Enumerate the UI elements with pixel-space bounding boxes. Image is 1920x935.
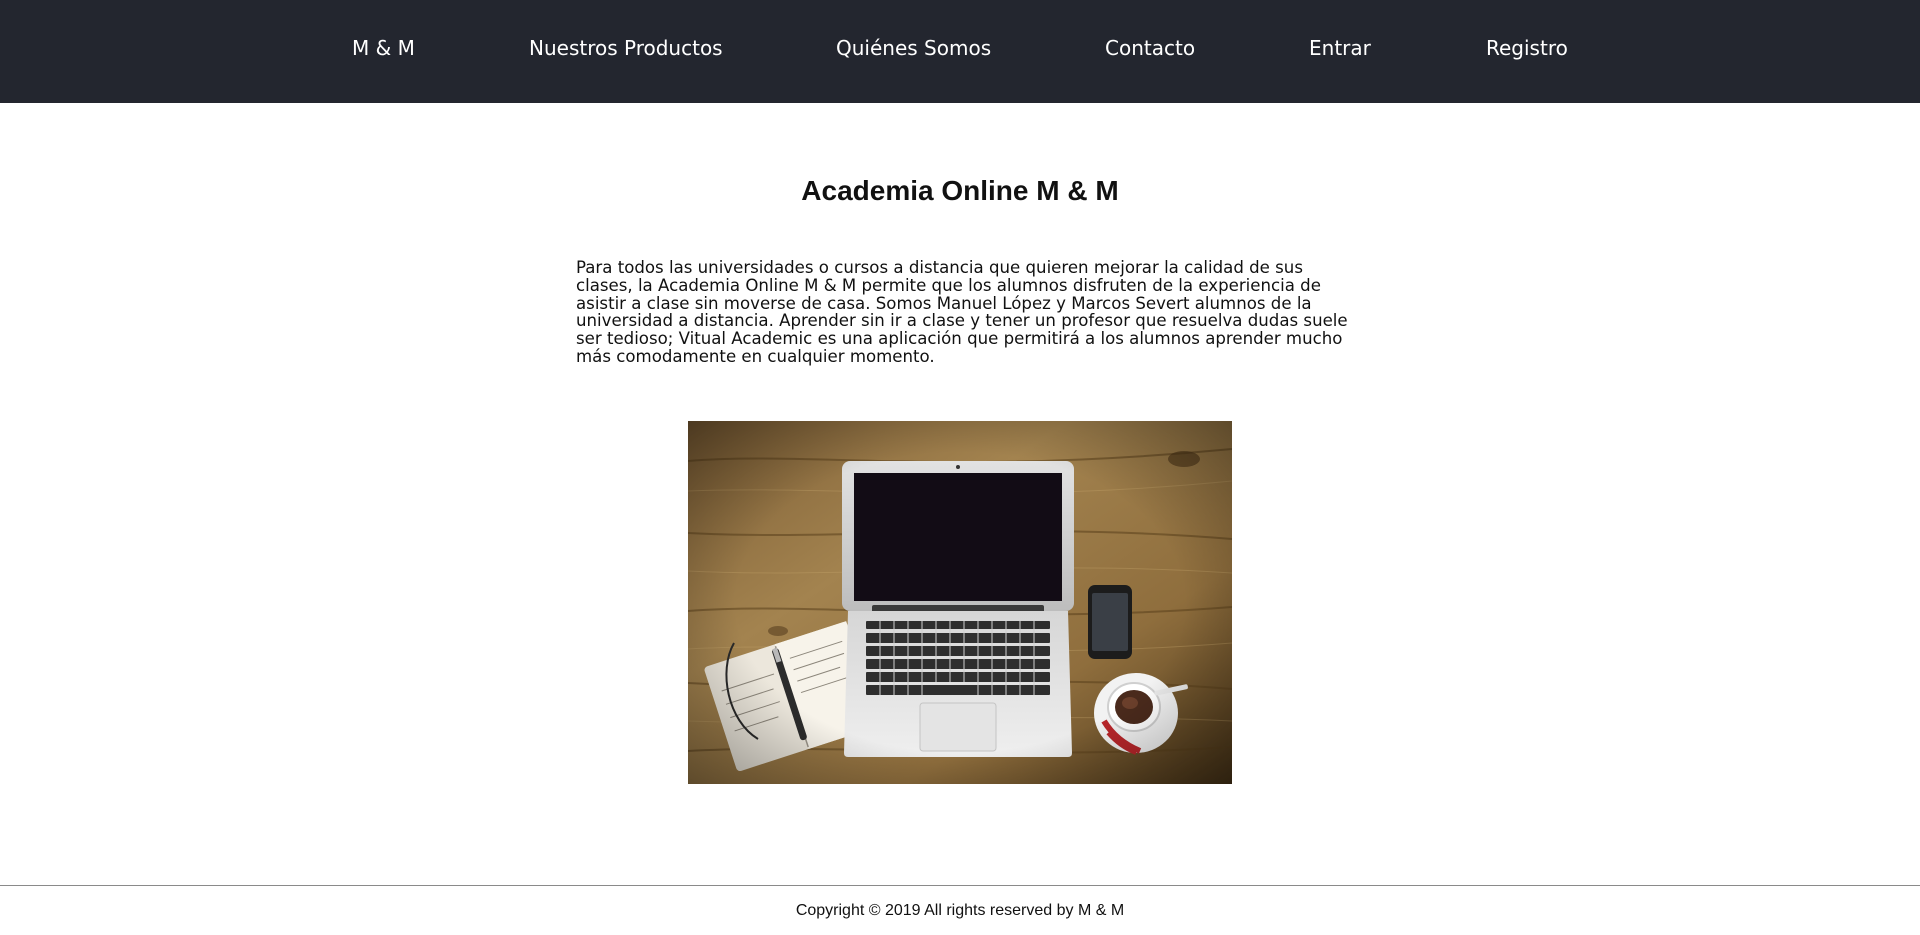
nav-contact-link[interactable]: Contacto <box>1105 36 1195 60</box>
nav-about-link[interactable]: Quiénes Somos <box>836 36 991 60</box>
page-title: Academia Online M & M <box>801 175 1119 206</box>
laptop-desk-photo <box>688 421 1232 784</box>
nav-products-link[interactable]: Nuestros Productos <box>529 36 723 60</box>
footer-divider <box>0 885 1920 886</box>
top-navbar: M & M Nuestros Productos Quiénes Somos C… <box>0 0 1920 103</box>
intro-paragraph: Para todos las universidades o cursos a … <box>576 258 1348 366</box>
nav-brand-link[interactable]: M & M <box>352 36 415 60</box>
footer-copyright: Copyright © 2019 All rights reserved by … <box>795 902 1125 919</box>
nav-register-link[interactable]: Registro <box>1486 36 1568 60</box>
nav-login-link[interactable]: Entrar <box>1309 36 1371 60</box>
